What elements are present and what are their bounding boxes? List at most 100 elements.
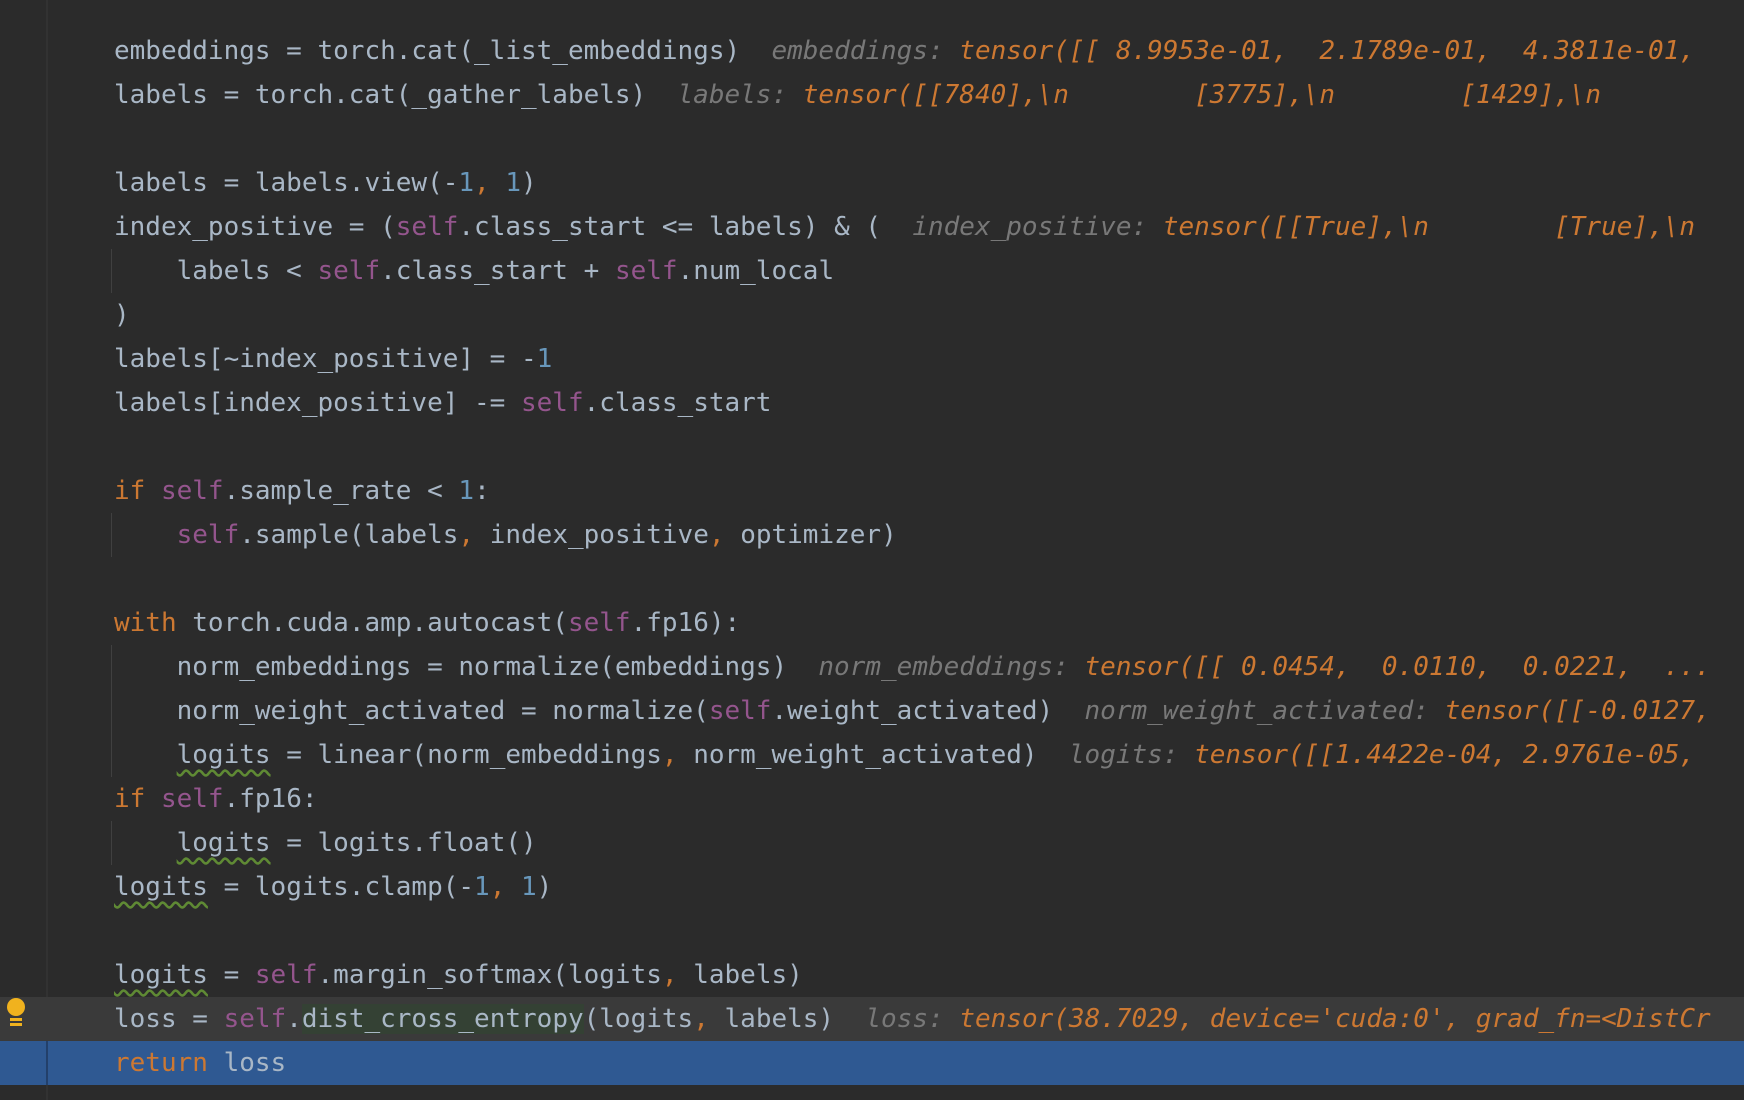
code-token: )	[536, 872, 553, 902]
code-token: (logits	[583, 1004, 694, 1034]
inline-debug-value[interactable]: tensor([[1.4422e-04, 2.9761e-05,	[1194, 740, 1695, 770]
code-text: norm_embeddings = normalize(embeddings) …	[114, 645, 1711, 689]
code-line[interactable]	[0, 909, 1744, 953]
code-token: = logits.clamp(-	[207, 872, 475, 902]
code-token: ,	[708, 520, 741, 550]
code-line[interactable]: labels = labels.view(-1, 1)	[0, 161, 1744, 205]
code-token: logits	[114, 872, 208, 902]
execution-point-line[interactable]: return loss	[0, 1041, 1744, 1085]
code-text: labels = torch.cat(_gather_labels) label…	[114, 73, 1601, 117]
code-line[interactable]: )	[0, 293, 1744, 337]
code-text: if self.fp16:	[114, 777, 318, 821]
code-line[interactable]: with torch.cuda.amp.autocast(self.fp16):	[0, 601, 1744, 645]
code-token: 1	[505, 168, 521, 198]
indent-guide	[111, 249, 112, 293]
code-token: )	[114, 300, 130, 330]
code-text: index_positive = (self.class_start <= la…	[114, 205, 1695, 249]
code-line[interactable]: logits = logits.clamp(-1, 1)	[0, 865, 1744, 909]
code-text: logits = self.margin_softmax(logits, lab…	[114, 953, 803, 997]
code-token: .	[286, 1004, 302, 1034]
inline-debug-value[interactable]: tensor([[-0.0127,	[1445, 696, 1711, 726]
code-line[interactable]: index_positive = (self.class_start <= la…	[0, 205, 1744, 249]
code-line[interactable]: norm_weight_activated = normalize(self.w…	[0, 689, 1744, 733]
indent-guide	[111, 645, 112, 777]
inline-debug-value[interactable]: tensor([[ 0.0454, 0.0110, 0.0221, ...	[1085, 652, 1711, 682]
inline-debug-value[interactable]: tensor([[True],\n [True],\n	[1163, 212, 1695, 242]
code-token: .sample_rate <	[223, 476, 459, 506]
code-token: dist_cross_entropy	[301, 1004, 584, 1034]
code-token: self	[395, 212, 459, 242]
inline-debug-value[interactable]: tensor([[7840],\n [3775],\n [1429],\n	[803, 80, 1601, 110]
code-token: torch.cuda.amp.autocast(	[192, 608, 568, 638]
code-token: norm_weight_activated = normalize(	[114, 696, 709, 726]
code-line[interactable]: logits = logits.float()	[0, 821, 1744, 865]
code-line[interactable]: embeddings = torch.cat(_list_embeddings)…	[0, 29, 1744, 73]
code-token: .num_local	[677, 256, 835, 286]
code-token: labels[index_positive] -=	[114, 388, 521, 418]
code-token: .class_start +	[380, 256, 615, 286]
code-line[interactable]: self.sample(labels, index_positive, opti…	[0, 513, 1744, 557]
code-token: .margin_softmax(logits	[317, 960, 662, 990]
code-text: labels[~index_positive] = -1	[114, 337, 552, 381]
inline-debug-label: norm_embeddings:	[818, 652, 1069, 682]
code-line[interactable]: labels[index_positive] -= self.class_sta…	[0, 381, 1744, 425]
code-line[interactable]: loss = self.dist_cross_entropy(logits, l…	[0, 997, 1744, 1041]
code-token: logits	[176, 740, 271, 770]
code-token: self	[160, 784, 224, 814]
indent-guide	[111, 513, 112, 557]
code-token: self	[567, 608, 631, 638]
code-text: logits = logits.float()	[114, 821, 537, 865]
code-token: labels[~index_positive] = -	[114, 344, 537, 374]
code-token: .fp16:	[223, 784, 318, 814]
code-token: = linear(norm_embeddings	[270, 740, 662, 770]
code-line[interactable]: norm_embeddings = normalize(embeddings) …	[0, 645, 1744, 689]
code-text: )	[114, 293, 130, 337]
code-token: self	[614, 256, 678, 286]
code-token: self	[176, 520, 240, 550]
inline-debug-value[interactable]: tensor(38.7029, device='cuda:0', grad_fn…	[959, 1004, 1710, 1034]
code-line[interactable]	[0, 557, 1744, 601]
code-token: 1	[474, 872, 490, 902]
code-line[interactable]: labels = torch.cat(_gather_labels) label…	[0, 73, 1744, 117]
code-text: embeddings = torch.cat(_list_embeddings)…	[114, 29, 1695, 73]
code-text: logits = logits.clamp(-1, 1)	[114, 865, 552, 909]
code-token: self	[317, 256, 381, 286]
code-token: self	[160, 476, 224, 506]
code-token: 1	[521, 872, 537, 902]
code-token: self	[223, 1004, 287, 1034]
code-token: .sample(labels	[239, 520, 459, 550]
code-token: return	[114, 1048, 224, 1078]
code-token: loss	[223, 1048, 287, 1078]
code-line[interactable]: if self.sample_rate < 1:	[0, 469, 1744, 513]
code-token: logits	[114, 960, 208, 990]
inline-debug-label: embeddings:	[771, 36, 944, 66]
code-text: return loss	[114, 1041, 286, 1085]
code-token: ,	[489, 872, 521, 902]
code-line[interactable]: labels < self.class_start + self.num_loc…	[0, 249, 1744, 293]
code-text: norm_weight_activated = normalize(self.w…	[114, 689, 1711, 733]
code-token: loss =	[114, 1004, 224, 1034]
inline-debug-label: logits:	[1068, 740, 1179, 770]
code-token: .class_start	[583, 388, 772, 418]
lightbulb-icon[interactable]	[4, 998, 28, 1028]
code-line[interactable]	[0, 117, 1744, 161]
code-token: with	[114, 608, 193, 638]
code-token: ,	[474, 168, 506, 198]
code-token: ,	[458, 520, 490, 550]
code-line[interactable]: logits = self.margin_softmax(logits, lab…	[0, 953, 1744, 997]
code-line[interactable]: logits = linear(norm_embeddings, norm_we…	[0, 733, 1744, 777]
code-token: = logits.float()	[270, 828, 537, 858]
inline-debug-value[interactable]: tensor([[ 8.9953e-01, 2.1789e-01, 4.3811…	[959, 36, 1695, 66]
code-line[interactable]	[0, 425, 1744, 469]
code-token: 1	[458, 168, 475, 198]
code-line[interactable]: labels[~index_positive] = -1	[0, 337, 1744, 381]
code-token: .weight_activated)	[771, 696, 1054, 726]
inline-debug-label: index_positive:	[912, 212, 1148, 242]
code-token: labels = torch.cat(_gather_labels)	[114, 80, 647, 110]
code-token: ,	[693, 1004, 725, 1034]
code-line[interactable]: if self.fp16:	[0, 777, 1744, 821]
code-text: labels < self.class_start + self.num_loc…	[114, 249, 835, 293]
code-text: self.sample(labels, index_positive, opti…	[114, 513, 897, 557]
code-token: index_positive = (	[114, 212, 396, 242]
